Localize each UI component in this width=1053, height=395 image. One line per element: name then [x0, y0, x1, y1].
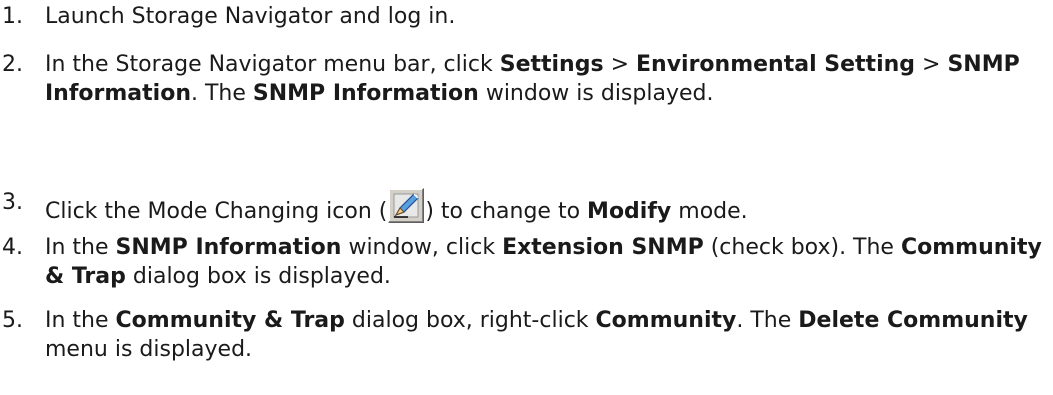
text-run: window is displayed. — [478, 81, 714, 106]
step-number: 1. — [2, 4, 23, 29]
text-run: In the Storage Navigator menu bar, click — [45, 52, 500, 77]
step-text: Launch Storage Navigator and log in. — [45, 2, 1050, 31]
bold-term: Modify — [587, 199, 672, 224]
text-run: Launch Storage Navigator and log in. — [45, 4, 456, 29]
step-text: In the SNMP Information window, click Ex… — [45, 233, 1050, 291]
procedure-steps: 1. Launch Storage Navigator and log in. … — [0, 0, 1053, 395]
text-run: (check box). The — [703, 235, 901, 260]
text-run: > — [915, 52, 948, 77]
step-text: In the Storage Navigator menu bar, click… — [45, 50, 1050, 108]
step-text: In the Community & Trap dialog box, righ… — [45, 306, 1050, 364]
text-run: . The — [191, 81, 253, 106]
text-run: mode. — [671, 199, 748, 224]
text-run: In the — [45, 308, 116, 333]
bold-term: SNMP Information — [115, 235, 342, 260]
bold-term: SNMP Information — [252, 81, 479, 106]
bold-term: Community & Trap — [115, 308, 345, 333]
text-run: > — [603, 52, 636, 77]
text-run: Click the Mode Changing icon ( — [45, 199, 388, 224]
step-number: 2. — [2, 52, 23, 77]
step-number: 3. — [2, 190, 23, 215]
text-run: dialog box is displayed. — [125, 264, 391, 289]
bold-term: Delete Community — [798, 308, 1028, 333]
bold-term: Settings — [499, 52, 604, 77]
step-number: 4. — [2, 235, 23, 260]
text-run: In the — [45, 235, 116, 260]
mode-changing-icon — [388, 188, 425, 223]
bold-term: Environmental Setting — [636, 52, 916, 77]
bold-term: Extension SNMP — [502, 235, 704, 260]
step-number: 5. — [2, 308, 23, 333]
text-run: menu is displayed. — [45, 337, 253, 362]
text-run: . The — [736, 308, 799, 333]
text-run: ) to change to — [425, 199, 588, 224]
text-run: window, click — [341, 235, 503, 260]
step-text: Click the Mode Changing icon ( ) to chang… — [45, 188, 1050, 226]
text-run: dialog box, right-click — [344, 308, 596, 333]
bold-term: Community — [595, 308, 737, 333]
